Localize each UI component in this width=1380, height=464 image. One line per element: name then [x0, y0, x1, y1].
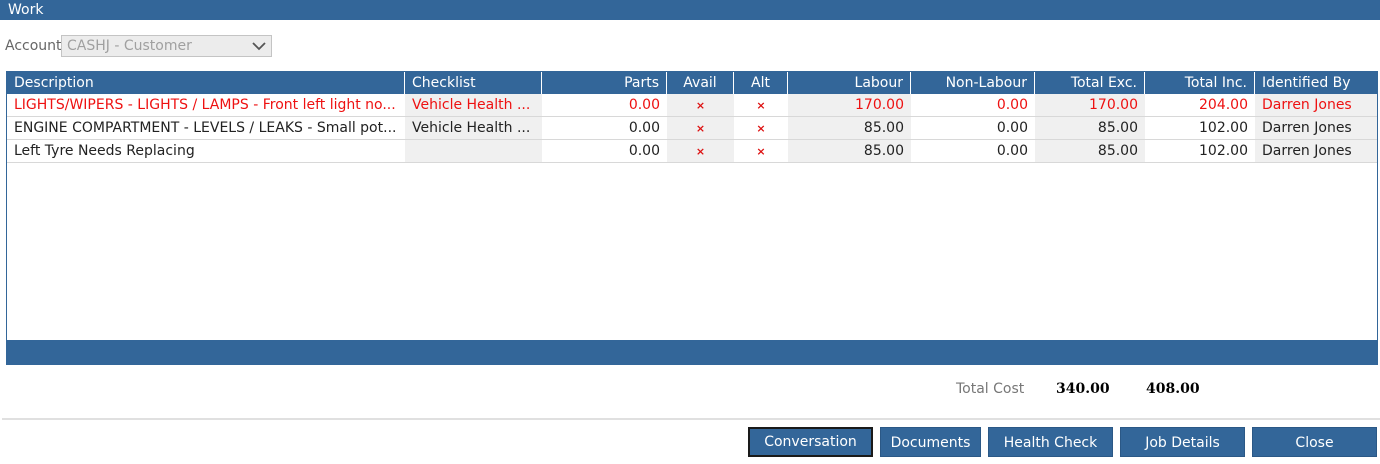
cell-labour: 170.00: [788, 94, 911, 116]
cell-parts: 0.00: [628, 97, 660, 113]
column-header-description[interactable]: Description: [7, 72, 405, 94]
health-check-button[interactable]: Health Check: [988, 427, 1113, 457]
cell-parts: 0.00: [628, 143, 660, 159]
chevron-down-icon[interactable]: [251, 37, 267, 55]
total-cost-exc: 340.00: [1056, 381, 1110, 397]
close-button[interactable]: Close: [1252, 427, 1377, 457]
total-cost-label: Total Cost: [956, 381, 1025, 397]
cell-description: LIGHTS/WIPERS - LIGHTS / LAMPS - Front l…: [14, 97, 396, 113]
cell-alt: ×: [734, 117, 788, 139]
conversation-button[interactable]: Conversation: [748, 427, 873, 457]
column-header-alt[interactable]: Alt: [734, 72, 788, 94]
total-cost-inc: 408.00: [1146, 381, 1200, 397]
table-row[interactable]: LIGHTS/WIPERS - LIGHTS / LAMPS - Front l…: [7, 94, 1377, 117]
documents-button[interactable]: Documents: [880, 427, 981, 457]
column-header-identified-by[interactable]: Identified By: [1255, 72, 1377, 94]
table-row[interactable]: ENGINE COMPARTMENT - LEVELS / LEAKS - Sm…: [7, 117, 1377, 140]
x-mark-icon: ×: [756, 99, 766, 112]
column-header-total-inc[interactable]: Total Inc.: [1145, 72, 1255, 94]
account-select-value: CASHJ - Customer: [67, 38, 192, 54]
column-header-checklist[interactable]: Checklist: [405, 72, 542, 94]
table-row[interactable]: Left Tyre Needs Replacing 0.00 × × 85.00…: [7, 140, 1377, 163]
job-details-button[interactable]: Job Details: [1120, 427, 1245, 457]
x-mark-icon: ×: [695, 99, 706, 112]
cell-identified-by: Darren Jones: [1255, 117, 1377, 139]
cell-non-labour: 0.00: [996, 120, 1028, 136]
account-label: Account: [5, 38, 62, 54]
cell-checklist: Vehicle Health ...: [405, 94, 542, 116]
cell-total-exc: 85.00: [1035, 140, 1145, 162]
x-mark-icon: ×: [695, 145, 706, 158]
column-header-non-labour[interactable]: Non-Labour: [911, 72, 1035, 94]
cell-labour: 85.00: [788, 140, 911, 162]
column-header-parts[interactable]: Parts: [542, 72, 667, 94]
cell-non-labour: 0.00: [996, 143, 1028, 159]
cell-avail: ×: [667, 140, 734, 162]
cell-parts: 0.00: [628, 120, 660, 136]
cell-description: Left Tyre Needs Replacing: [14, 143, 195, 159]
x-mark-icon: ×: [695, 122, 706, 135]
cell-total-inc: 204.00: [1199, 97, 1248, 113]
x-mark-icon: ×: [756, 145, 766, 158]
cell-checklist: [405, 140, 542, 162]
cell-description: ENGINE COMPARTMENT - LEVELS / LEAKS - Sm…: [14, 120, 397, 136]
column-header-avail[interactable]: Avail: [667, 72, 734, 94]
account-select[interactable]: CASHJ - Customer: [61, 35, 272, 57]
cell-total-exc: 170.00: [1035, 94, 1145, 116]
cell-alt: ×: [734, 94, 788, 116]
cell-alt: ×: [734, 140, 788, 162]
cell-checklist: Vehicle Health ...: [405, 117, 542, 139]
cell-identified-by: Darren Jones: [1255, 94, 1377, 116]
column-header-labour[interactable]: Labour: [788, 72, 911, 94]
cell-total-inc: 102.00: [1199, 120, 1248, 136]
grid-footer-bar: [7, 340, 1377, 364]
cell-total-inc: 102.00: [1199, 143, 1248, 159]
cell-identified-by: Darren Jones: [1255, 140, 1377, 162]
window-title: Work: [0, 0, 1380, 20]
cell-avail: ×: [667, 117, 734, 139]
column-header-total-exc[interactable]: Total Exc.: [1035, 72, 1145, 94]
cell-total-exc: 85.00: [1035, 117, 1145, 139]
x-mark-icon: ×: [756, 122, 766, 135]
grid-header: Description Checklist Parts Avail Alt La…: [7, 72, 1377, 94]
cell-non-labour: 0.00: [996, 97, 1028, 113]
divider: [2, 418, 1380, 420]
cell-labour: 85.00: [788, 117, 911, 139]
work-grid: Description Checklist Parts Avail Alt La…: [6, 71, 1378, 365]
cell-avail: ×: [667, 94, 734, 116]
